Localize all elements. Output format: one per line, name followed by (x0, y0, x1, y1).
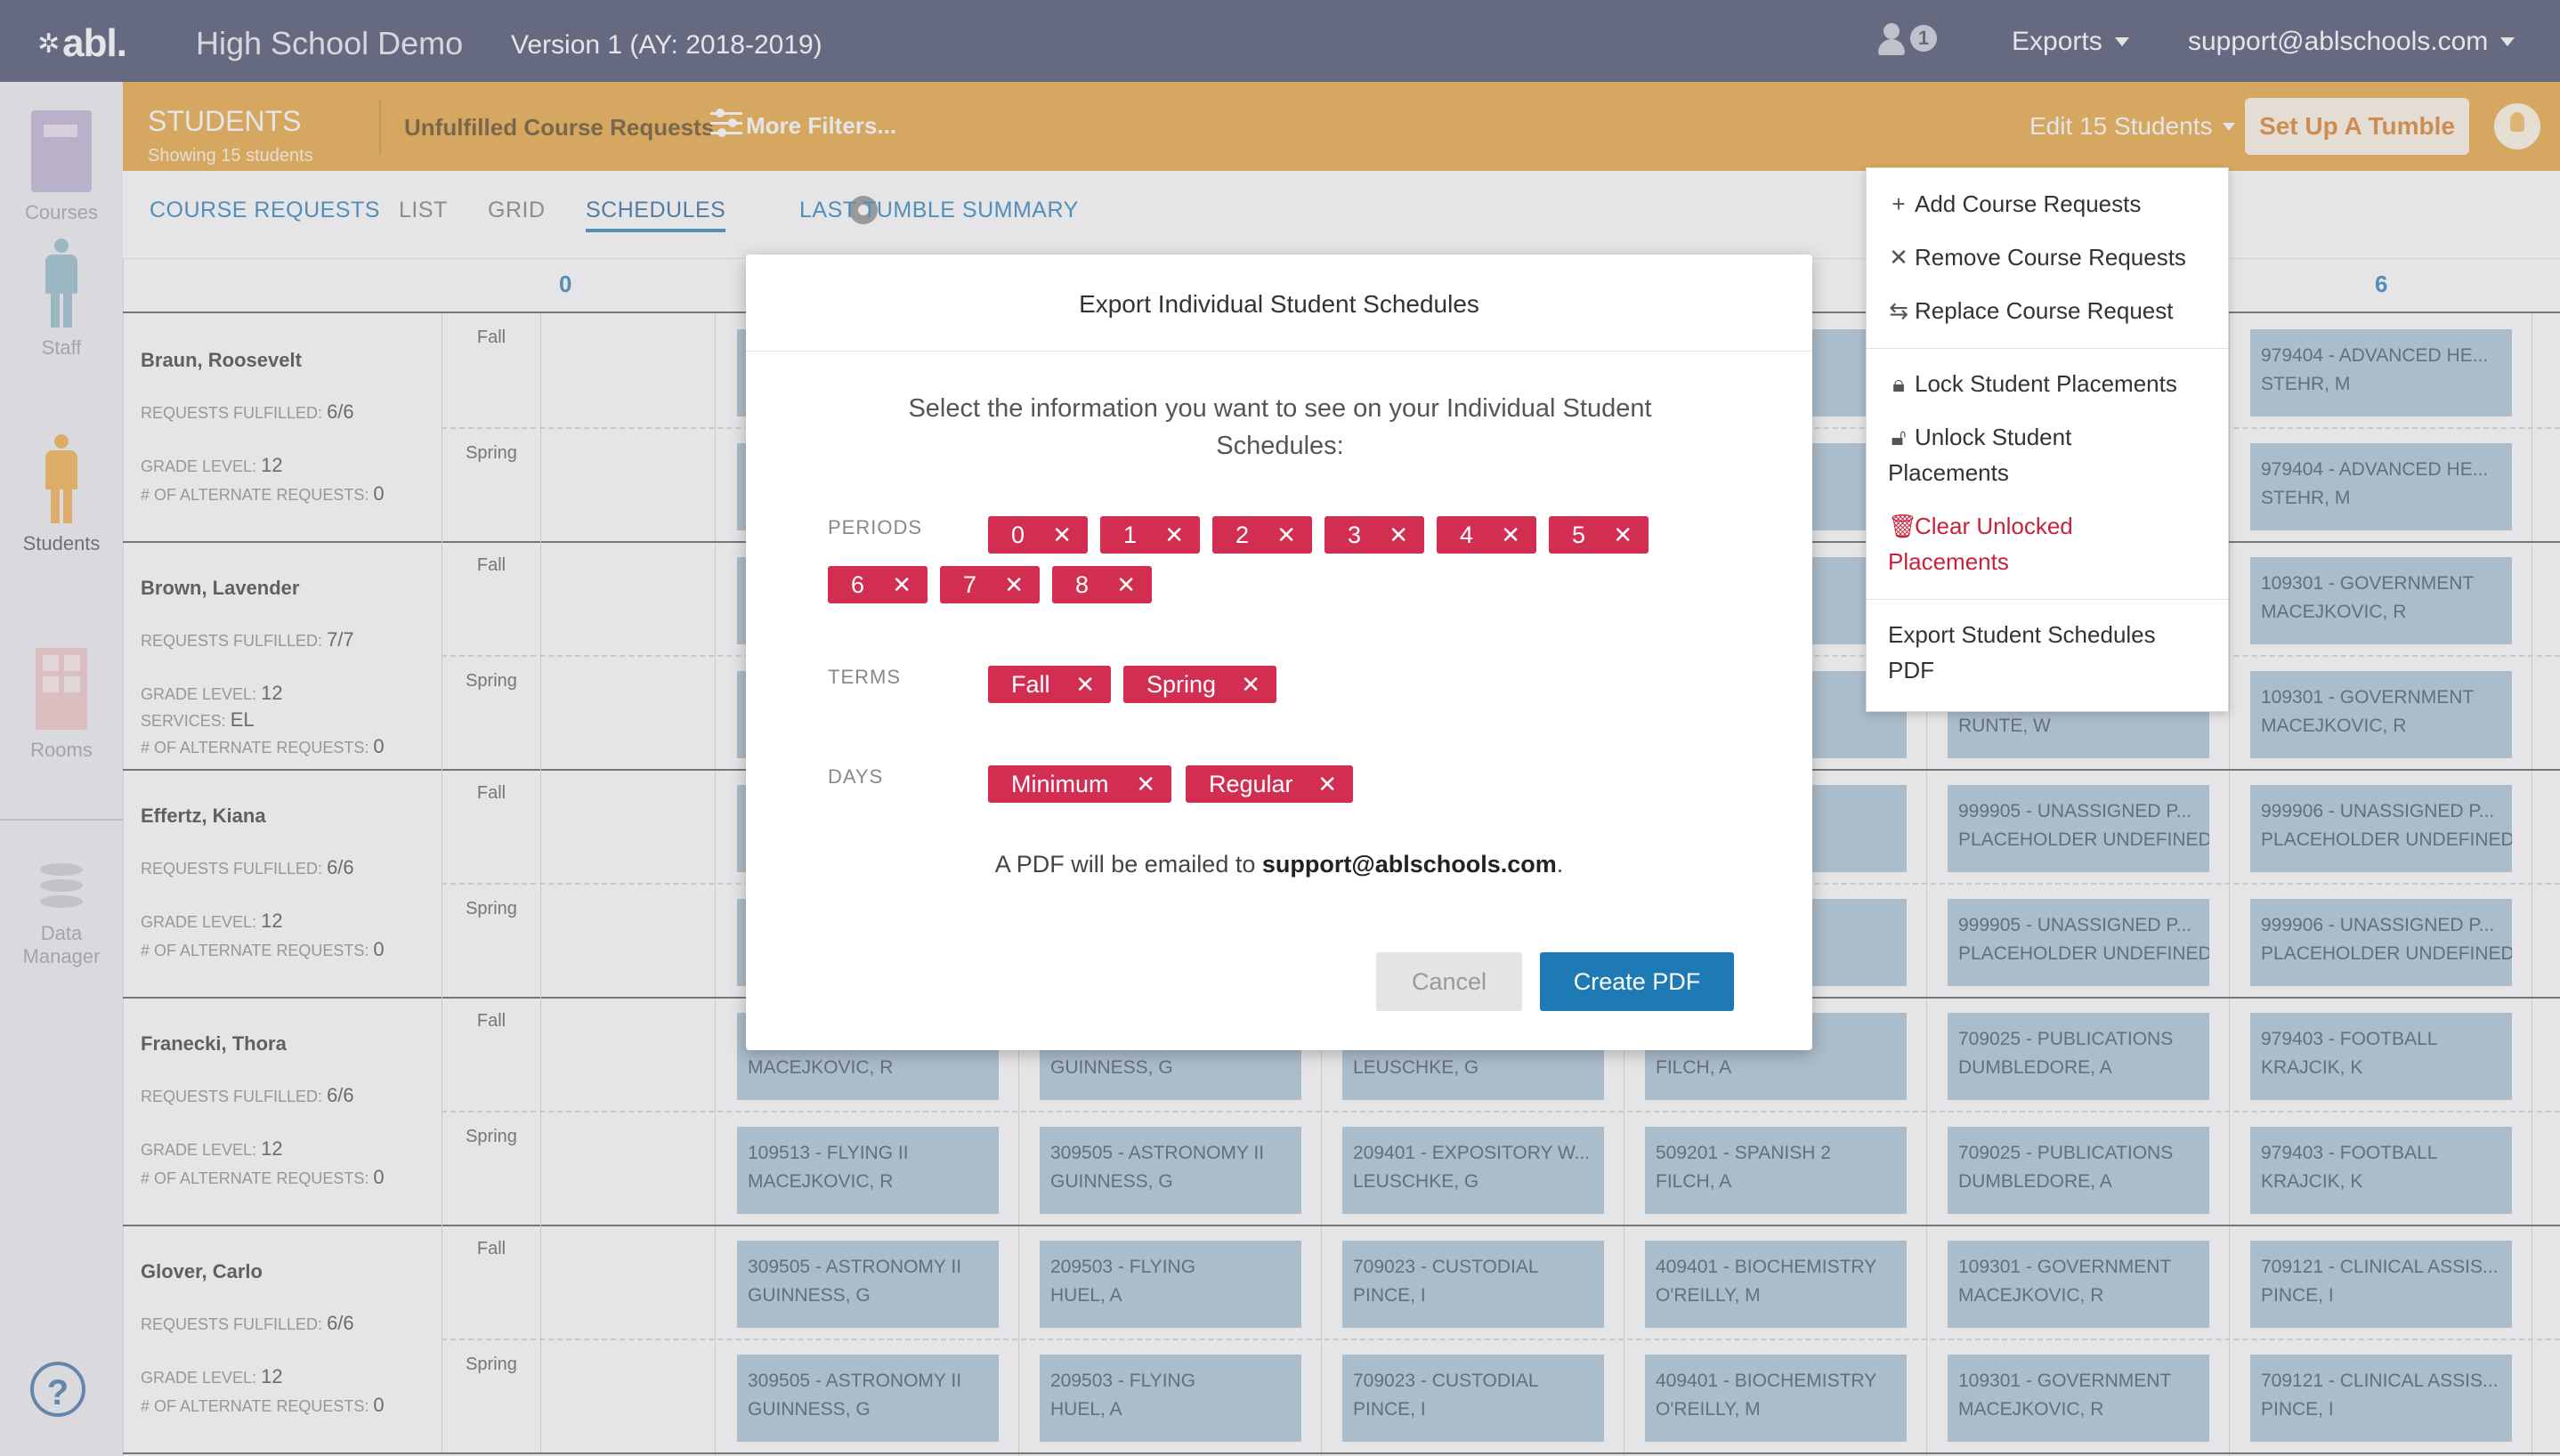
unlock-icon: 🔓︎ (1891, 424, 1907, 450)
close-icon[interactable]: ✕ (1389, 516, 1408, 554)
days-label: DAYS (828, 765, 884, 788)
close-icon[interactable]: ✕ (1052, 516, 1072, 554)
period-chip[interactable]: 6 ✕ (828, 566, 928, 603)
trash-icon: 🗑︎ (1888, 513, 1918, 539)
period-chip[interactable]: 5 ✕ (1549, 516, 1649, 554)
close-icon: ✕ (1889, 244, 1908, 271)
plus-icon: + (1892, 190, 1906, 217)
modal-description: Select the information you want to see o… (908, 394, 1652, 460)
lock-icon: 🔒︎ (1892, 370, 1905, 397)
close-icon[interactable]: ✕ (1613, 516, 1632, 554)
close-icon[interactable]: ✕ (1116, 566, 1136, 603)
period-chip[interactable]: 1 ✕ (1100, 516, 1200, 554)
menu-unlock-placements[interactable]: 🔓︎ Unlock Student Placements (1888, 419, 2071, 490)
period-chip[interactable]: 4 ✕ (1437, 516, 1536, 554)
menu-export-schedules-pdf[interactable]: Export Student Schedules PDF (1888, 617, 2156, 688)
term-chip[interactable]: Fall ✕ (988, 666, 1111, 703)
period-chip[interactable]: 3 ✕ (1325, 516, 1424, 554)
menu-clear-unlocked-placements[interactable]: 🗑︎Clear Unlocked Placements (1888, 508, 2073, 579)
export-schedules-modal: Export Individual Student Schedules Sele… (746, 255, 1812, 1050)
close-icon[interactable]: ✕ (1241, 666, 1260, 703)
menu-lock-placements[interactable]: 🔒︎ Lock Student Placements (1888, 366, 2177, 401)
period-chip[interactable]: 0 ✕ (988, 516, 1088, 554)
menu-replace-course-request[interactable]: ⇆ Replace Course Request (1888, 293, 2173, 328)
day-chip[interactable]: Regular ✕ (1186, 765, 1353, 803)
close-icon[interactable]: ✕ (892, 566, 911, 603)
menu-remove-course-requests[interactable]: ✕ Remove Course Requests (1888, 239, 2186, 275)
swap-icon: ⇆ (1889, 297, 1908, 324)
modal-title: Export Individual Student Schedules (1079, 290, 1479, 318)
terms-label: TERMS (828, 666, 901, 688)
close-icon[interactable]: ✕ (1075, 666, 1095, 703)
create-pdf-button[interactable]: Create PDF (1540, 952, 1734, 1011)
close-icon[interactable]: ✕ (1276, 516, 1296, 554)
cancel-button[interactable]: Cancel (1376, 952, 1522, 1011)
menu-add-course-requests[interactable]: + Add Course Requests (1888, 186, 2141, 222)
close-icon[interactable]: ✕ (1501, 516, 1520, 554)
email-note: A PDF will be emailed to support@ablscho… (994, 851, 1564, 878)
edit-students-menu: + Add Course Requests ✕ Remove Course Requ… (1866, 167, 2229, 712)
close-icon[interactable]: ✕ (1004, 566, 1024, 603)
period-chip[interactable]: 8 ✕ (1052, 566, 1152, 603)
periods-label: PERIODS (828, 516, 923, 538)
close-icon[interactable]: ✕ (1164, 516, 1184, 554)
close-icon[interactable]: ✕ (1136, 765, 1155, 803)
day-chip[interactable]: Minimum ✕ (988, 765, 1171, 803)
period-chip[interactable]: 7 ✕ (940, 566, 1040, 603)
term-chip[interactable]: Spring ✕ (1123, 666, 1276, 703)
email-address: support@ablschools.com (1261, 851, 1557, 878)
period-chip[interactable]: 2 ✕ (1212, 516, 1312, 554)
close-icon[interactable]: ✕ (1317, 765, 1337, 803)
